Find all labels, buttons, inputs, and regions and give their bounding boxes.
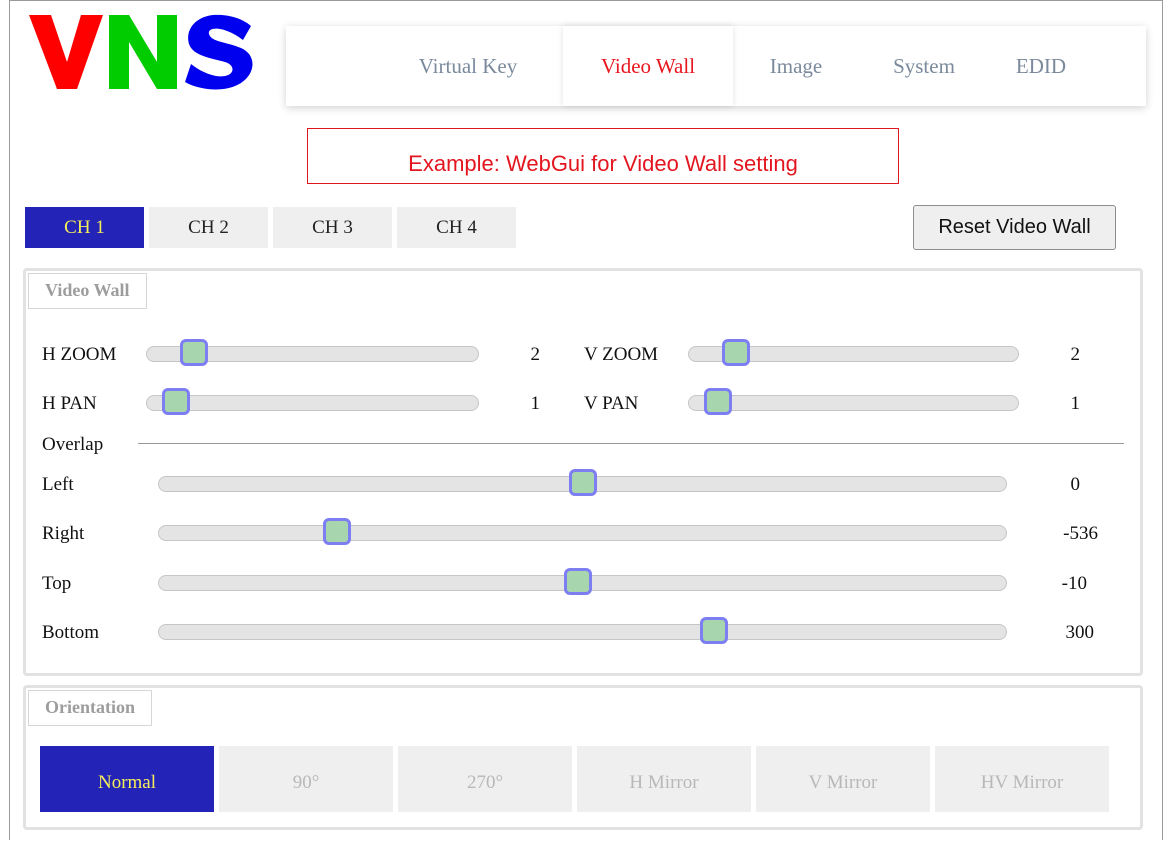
h-pan-slider-thumb[interactable] [162, 388, 191, 415]
nav-virtual-key[interactable]: Virtual Key [398, 26, 538, 106]
nav-video-wall[interactable]: Video Wall [563, 26, 733, 106]
h-zoom-slider-thumb[interactable] [180, 339, 209, 366]
h-pan-slider[interactable] [146, 388, 479, 415]
h-zoom-value: 2 [530, 344, 541, 365]
tab-ch4[interactable]: CH 4 [397, 207, 516, 248]
orientation-90-button[interactable]: 90° [219, 746, 393, 812]
left-overlap-slider[interactable] [158, 469, 1007, 496]
top-label: Top [42, 573, 72, 594]
v-pan-label: V PAN [584, 393, 639, 414]
top-nav: Virtual Key Video Wall Image System EDID [286, 26, 1146, 106]
h-pan-value: 1 [530, 393, 541, 414]
overlap-divider [138, 443, 1124, 444]
bottom-overlap-value: 300 [1065, 622, 1095, 643]
top-overlap-value: -10 [1061, 573, 1087, 594]
overlap-label: Overlap [42, 434, 104, 455]
video-wall-legend: Video Wall [28, 273, 147, 309]
h-zoom-slider[interactable] [146, 339, 479, 366]
nav-image[interactable]: Image [751, 26, 841, 106]
v-zoom-slider[interactable] [688, 339, 1019, 366]
reset-video-wall-button[interactable]: Reset Video Wall [913, 205, 1116, 250]
example-note: Example: WebGui for Video Wall setting [307, 128, 899, 184]
v-pan-value: 1 [1070, 393, 1081, 414]
v-pan-slider[interactable] [688, 388, 1019, 415]
nav-edid[interactable]: EDID [1004, 26, 1078, 106]
vns-logo [29, 14, 253, 90]
orientation-normal-button[interactable]: Normal [40, 746, 214, 812]
orientation-legend: Orientation [28, 690, 152, 726]
left-label: Left [42, 474, 74, 495]
bottom-overlap-slider-thumb[interactable] [699, 617, 728, 644]
orientation-v-mirror-button[interactable]: V Mirror [756, 746, 930, 812]
v-zoom-slider-thumb[interactable] [722, 339, 751, 366]
tab-ch2[interactable]: CH 2 [149, 207, 268, 248]
right-label: Right [42, 523, 85, 544]
left-overlap-value: 0 [1070, 474, 1081, 495]
v-zoom-label: V ZOOM [584, 344, 659, 365]
right-overlap-slider-thumb[interactable] [322, 518, 351, 545]
bottom-overlap-slider[interactable] [158, 617, 1007, 644]
right-overlap-slider[interactable] [158, 518, 1007, 545]
v-zoom-value: 2 [1070, 344, 1081, 365]
orientation-270-button[interactable]: 270° [398, 746, 572, 812]
orientation-h-mirror-button[interactable]: H Mirror [577, 746, 751, 812]
left-overlap-slider-thumb[interactable] [568, 469, 597, 496]
orientation-hv-mirror-button[interactable]: HV Mirror [935, 746, 1109, 812]
tab-ch1[interactable]: CH 1 [25, 207, 144, 248]
top-overlap-slider-thumb[interactable] [564, 568, 593, 595]
h-zoom-label: H ZOOM [42, 344, 117, 365]
bottom-label: Bottom [42, 622, 100, 643]
right-overlap-value: -536 [1063, 523, 1098, 544]
tab-ch3[interactable]: CH 3 [273, 207, 392, 248]
nav-system[interactable]: System [874, 26, 974, 106]
v-pan-slider-thumb[interactable] [704, 388, 733, 415]
h-pan-label: H PAN [42, 393, 97, 414]
top-overlap-slider[interactable] [158, 568, 1007, 595]
